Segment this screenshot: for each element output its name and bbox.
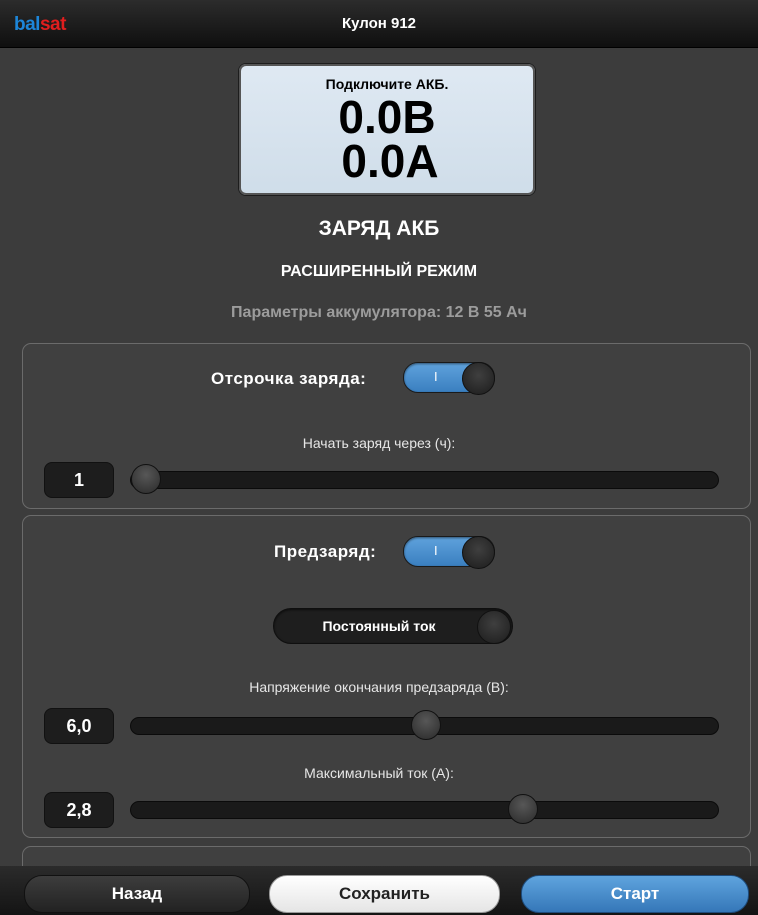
voltage-value-box: 6,0 xyxy=(44,708,114,744)
delay-slider-track[interactable] xyxy=(130,464,719,494)
battery-params: Параметры аккумулятора: 12 В 55 Ач xyxy=(231,304,527,321)
display-current: 0.0А xyxy=(341,135,439,187)
delay-toggle-text: I xyxy=(434,369,438,384)
delay-label: Отсрочка заряда: xyxy=(211,369,367,388)
delay-slider-label: Начать заряд через (ч): xyxy=(302,435,456,451)
voltage-slider-track[interactable] xyxy=(130,710,719,740)
delay-toggle[interactable]: I xyxy=(403,362,495,395)
current-slider-label: Максимальный ток (А): xyxy=(304,765,454,781)
header: balsat Кулон 912 xyxy=(0,0,758,48)
delay-slider-thumb[interactable] xyxy=(131,464,161,494)
page-title: Кулон 912 xyxy=(341,15,417,32)
precharge-mode-knob xyxy=(477,610,511,644)
precharge-mode-value: Постоянный ток xyxy=(322,618,436,634)
delay-value-box: 1 xyxy=(44,462,114,498)
mode-title: ЗАРЯД АКБ xyxy=(318,217,440,240)
precharge-panel xyxy=(22,515,751,838)
precharge-toggle-knob xyxy=(462,536,495,569)
precharge-label: Предзаряд: xyxy=(274,542,377,561)
current-value-box: 2,8 xyxy=(44,792,114,828)
voltage-slider-label: Напряжение окончания предзаряда (В): xyxy=(249,679,509,695)
mode-subtitle: РАСШИРЕННЫЙ РЕЖИМ xyxy=(280,263,478,280)
save-button[interactable]: Сохранить xyxy=(269,875,500,913)
back-button[interactable]: Назад xyxy=(24,875,250,913)
voltage-slider-thumb[interactable] xyxy=(410,710,441,740)
display-message: Подключите АКБ. xyxy=(325,76,449,92)
delay-toggle-knob xyxy=(462,362,495,395)
display-voltage: 0.0В xyxy=(338,91,436,143)
current-slider-track[interactable] xyxy=(130,794,719,824)
precharge-toggle[interactable]: I xyxy=(403,536,495,569)
start-button[interactable]: Старт xyxy=(521,875,749,913)
precharge-toggle-text: I xyxy=(434,543,438,558)
lcd-display: Подключите АКБ. 0.0В 0.0А xyxy=(238,63,536,196)
precharge-mode-select[interactable]: Постоянный ток xyxy=(273,608,513,644)
